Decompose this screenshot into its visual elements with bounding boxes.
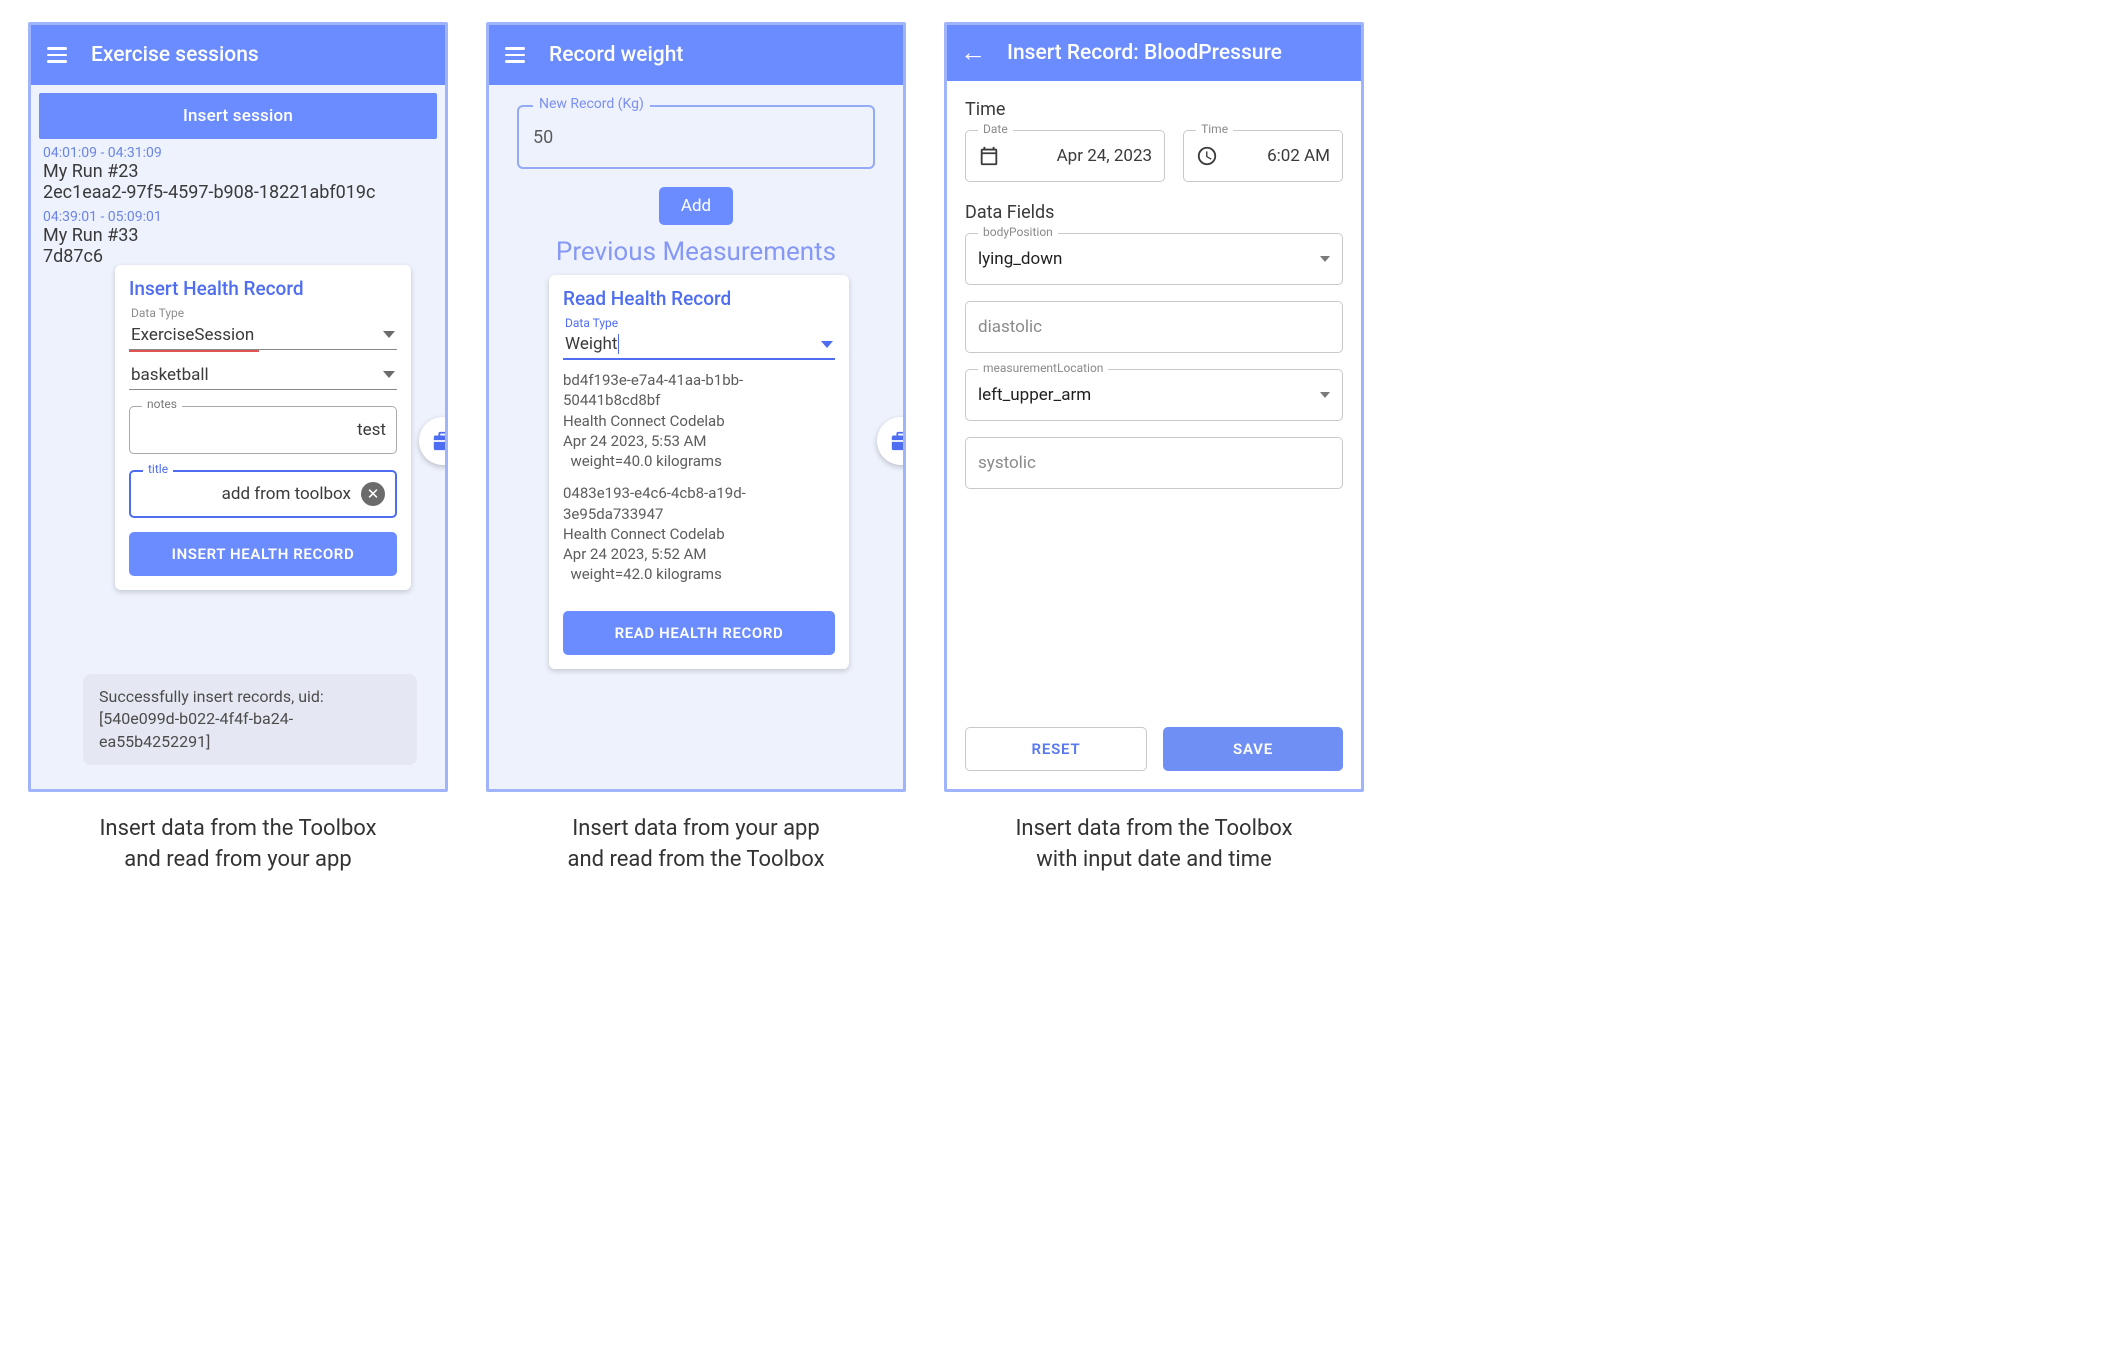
weight-value: 50 [533, 127, 553, 148]
reset-button[interactable]: RESET [965, 727, 1147, 771]
notes-input[interactable]: notes test [129, 406, 397, 454]
session-time: 04:01:09 - 04:31:09 [43, 145, 433, 161]
session-row[interactable]: 04:39:01 - 05:09:01 My Run #33 7d87c6 [39, 203, 437, 267]
save-button[interactable]: SAVE [1163, 727, 1343, 771]
previous-measurements-title: Previous Measurements [517, 237, 875, 267]
data-type-select[interactable]: Weight [563, 330, 835, 360]
toolbox-icon [890, 430, 906, 452]
time-section-title: Time [965, 99, 1343, 120]
phone-record-weight: Record weight New Record (Kg) 50 Add Pre… [486, 22, 906, 792]
weight-input[interactable]: New Record (Kg) 50 [517, 105, 875, 169]
diastolic-input[interactable]: diastolic [965, 301, 1343, 353]
toolbox-icon [432, 430, 448, 452]
chevron-down-icon [383, 371, 395, 378]
snackbar-line1: Successfully insert records, uid: [99, 686, 401, 708]
toolbox-fab[interactable] [877, 417, 906, 465]
appbar: ← Insert Record: BloodPressure [947, 25, 1361, 81]
exercise-type-select[interactable]: basketball [129, 360, 397, 390]
chevron-down-icon [383, 331, 395, 338]
snackbar: Successfully insert records, uid: [540e0… [83, 674, 417, 765]
session-name: My Run #33 [43, 225, 433, 246]
time-value: 6:02 AM [1267, 146, 1330, 166]
appbar-title: Insert Record: BloodPressure [1007, 41, 1282, 65]
hamburger-icon[interactable] [503, 43, 527, 67]
data-type-label: Data Type [563, 316, 835, 330]
session-uuid: 7d87c6 [43, 246, 433, 267]
toolbox-fab[interactable] [419, 417, 448, 465]
card-title: Read Health Record [563, 287, 835, 310]
chevron-down-icon [1320, 256, 1330, 262]
card-title: Insert Health Record [129, 277, 397, 300]
phone-insert-blood-pressure: ← Insert Record: BloodPressure Time Date… [944, 22, 1364, 792]
appbar-title: Exercise sessions [91, 43, 259, 67]
snackbar-line2: [540e099d-b022-4f4f-ba24-ea55b4252291] [99, 708, 401, 753]
measurement-location-select[interactable]: measurementLocation left_upper_arm [965, 369, 1343, 421]
records-list: bd4f193e-e7a4-41aa-b1bb-50441b8cd8bf Hea… [563, 370, 835, 585]
time-field[interactable]: Time 6:02 AM [1183, 130, 1343, 182]
data-type-select[interactable]: ExerciseSession [129, 320, 397, 350]
clock-icon [1196, 145, 1218, 167]
caption: Insert data from the Toolbox and read fr… [99, 814, 376, 876]
add-button[interactable]: Add [659, 187, 733, 225]
weight-label: New Record (Kg) [533, 96, 650, 112]
caption: Insert data from your app and read from … [567, 814, 824, 876]
insert-session-button[interactable]: Insert session [39, 93, 437, 139]
exercise-type-value: basketball [131, 365, 209, 385]
clear-icon[interactable]: ✕ [361, 482, 385, 506]
appbar: Record weight [489, 25, 903, 85]
hamburger-icon[interactable] [45, 43, 69, 67]
insert-health-record-button[interactable]: INSERT HEALTH RECORD [129, 532, 397, 576]
appbar: Exercise sessions [31, 25, 445, 85]
chevron-down-icon [1320, 392, 1330, 398]
calendar-icon [978, 145, 1000, 167]
data-type-label: Data Type [129, 306, 397, 320]
body-position-select[interactable]: bodyPosition lying_down [965, 233, 1343, 285]
insert-health-record-card: Insert Health Record Data Type ExerciseS… [115, 265, 411, 590]
data-fields-section-title: Data Fields [965, 202, 1343, 223]
data-type-value: Weight [565, 334, 617, 354]
systolic-input[interactable]: systolic [965, 437, 1343, 489]
title-value: add from toolbox [222, 484, 351, 504]
back-icon[interactable]: ← [961, 41, 985, 65]
session-time: 04:39:01 - 05:09:01 [43, 209, 433, 225]
notes-label: notes [142, 397, 182, 411]
session-name: My Run #23 [43, 161, 433, 182]
read-health-record-button[interactable]: READ HEALTH RECORD [563, 611, 835, 655]
date-field[interactable]: Date Apr 24, 2023 [965, 130, 1165, 182]
title-input[interactable]: title add from toolbox ✕ [129, 470, 397, 518]
caption: Insert data from the Toolbox with input … [1015, 814, 1292, 876]
chevron-down-icon [821, 341, 833, 348]
record-entry: 0483e193-e4c6-4cb8-a19d-3e95da733947 Hea… [563, 483, 835, 584]
title-label: title [143, 462, 173, 476]
text-cursor [618, 334, 619, 354]
read-health-record-card: Read Health Record Data Type Weight bd4f… [549, 275, 849, 669]
phone-exercise-sessions: Exercise sessions Insert session 04:01:0… [28, 22, 448, 792]
session-row[interactable]: 04:01:09 - 04:31:09 My Run #23 2ec1eaa2-… [39, 139, 437, 203]
data-type-value: ExerciseSession [131, 325, 254, 345]
appbar-title: Record weight [549, 43, 683, 67]
notes-value: test [357, 420, 386, 440]
record-entry: bd4f193e-e7a4-41aa-b1bb-50441b8cd8bf Hea… [563, 370, 835, 471]
date-value: Apr 24, 2023 [1057, 146, 1153, 166]
session-uuid: 2ec1eaa2-97f5-4597-b908-18221abf019c [43, 182, 433, 203]
